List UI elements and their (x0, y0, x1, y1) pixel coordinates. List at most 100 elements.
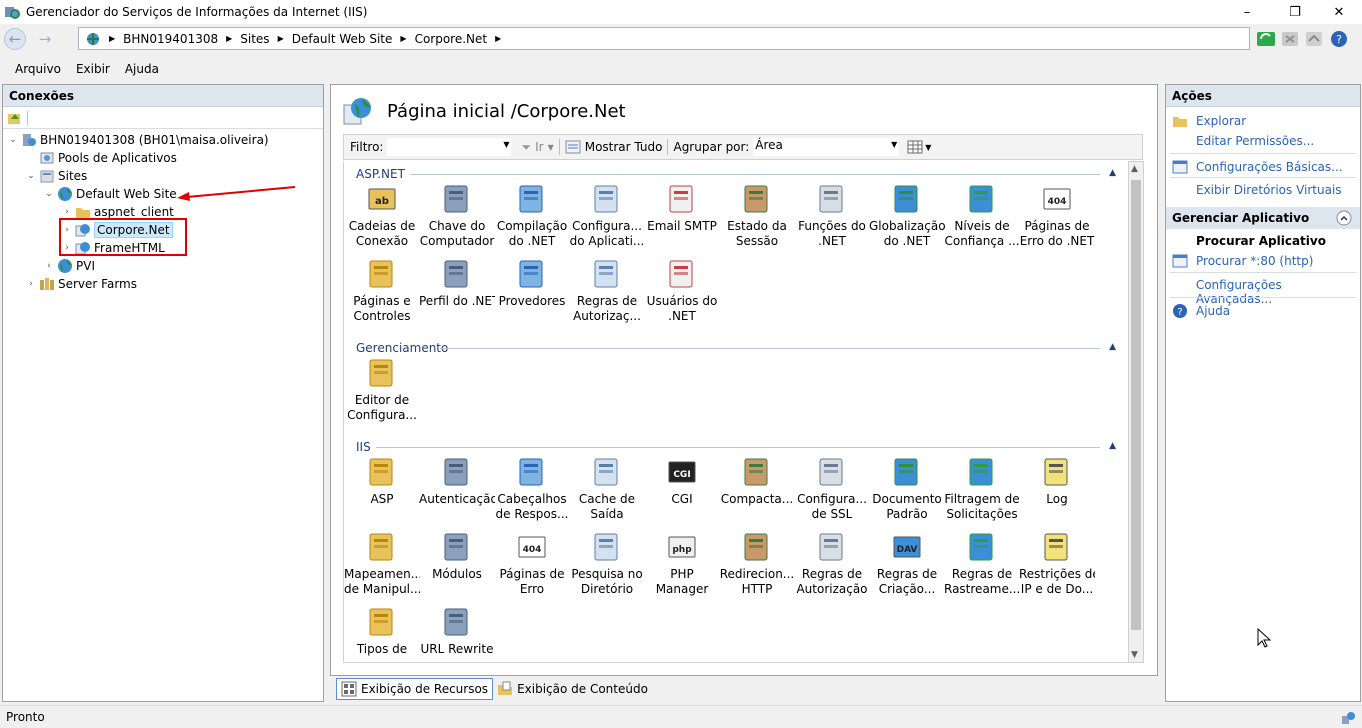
home-icon[interactable] (1304, 29, 1324, 49)
tree-node-app-pools[interactable]: Pools de Aplicativos (25, 149, 177, 167)
menu-arquivo[interactable]: Arquivo (15, 62, 61, 76)
iis-feature-4[interactable]: CGI CGI (644, 456, 720, 528)
back-button[interactable]: ← (4, 28, 26, 50)
show-all-icon (565, 140, 581, 154)
iis-feature-12[interactable]: 404 Páginas de Erro (494, 531, 570, 603)
chevron-down-icon[interactable]: ⌄ (25, 171, 37, 181)
action-help[interactable]: ? Ajuda (1172, 303, 1230, 319)
iis-feature-7[interactable]: Documento Padrão (869, 456, 945, 528)
iis-feature-11[interactable]: Módulos (419, 531, 495, 603)
connect-icon[interactable] (7, 110, 23, 126)
aspnet-feature-4[interactable]: Email SMTP (644, 183, 720, 255)
action-browse-80[interactable]: Procurar *:80 (http) (1172, 253, 1313, 269)
collapse-section-icon[interactable] (1336, 210, 1352, 226)
tab-features-view[interactable]: Exibição de Recursos (336, 678, 494, 700)
tree-node-server-farms[interactable]: › Server Farms (25, 275, 137, 293)
action-explore[interactable]: Explorar (1172, 113, 1246, 129)
action-view-virtual-dirs[interactable]: Exibir Diretórios Virtuais (1172, 183, 1342, 197)
view-toggle-icon[interactable] (907, 140, 923, 154)
aspnet-feature-14[interactable]: Usuários do .NET (644, 258, 720, 330)
breadcrumb-server[interactable]: BHN019401308 (123, 32, 218, 46)
address-breadcrumb[interactable]: ▶ BHN019401308 ▶ Sites ▶ Default Web Sit… (78, 27, 1250, 50)
aspnet-feature-11[interactable]: Perfil do .NET (419, 258, 495, 330)
show-all-button[interactable]: Mostrar Tudo (585, 140, 663, 154)
iis-feature-17[interactable]: DAV Regras de Criação... (869, 531, 945, 603)
iis-feature-0[interactable]: ASP (344, 456, 420, 528)
aspnet-feature-12[interactable]: Provedores (494, 258, 570, 330)
chevron-down-icon[interactable]: ⌄ (7, 135, 19, 145)
feature-label: Autenticação (419, 492, 495, 506)
iis-feature-1[interactable]: Autenticação (419, 456, 495, 528)
feature-label: Regras de (576, 294, 638, 308)
collapse-management-icon[interactable]: ▲ (1109, 342, 1116, 352)
aspnet-feature-2[interactable]: Compilação do .NET (494, 183, 570, 255)
forward-button[interactable]: → (34, 28, 56, 50)
aspnet-feature-9[interactable]: 404 Páginas de Erro do .NET (1019, 183, 1095, 255)
aspnet-feature-5[interactable]: Estado da Sessão (719, 183, 795, 255)
iis-feature-20[interactable]: Tipos de (344, 606, 420, 662)
iis-feature-3[interactable]: Cache de Saída (569, 456, 645, 528)
group-by-select[interactable]: Área ▼ (753, 138, 900, 156)
minimize-button[interactable]: – (1224, 0, 1270, 24)
chevron-right-icon[interactable]: › (43, 261, 55, 271)
iis-feature-15[interactable]: Redirecion... HTTP (719, 531, 795, 603)
scrollbar-thumb[interactable] (1131, 180, 1141, 630)
aspnet-feature-0[interactable]: ab Cadeias de Conexão (344, 183, 420, 255)
action-edit-permissions[interactable]: Editar Permissões... (1172, 134, 1314, 148)
iis-feature-8[interactable]: Filtragem de Solicitações (944, 456, 1020, 528)
tree-node-server[interactable]: ⌄ BHN019401308 (BH01\maisa.oliveira) (7, 131, 268, 149)
aspnet-feature-7[interactable]: Globalização do .NET (869, 183, 945, 255)
filter-input[interactable]: ▼ (387, 138, 512, 156)
iis-feature-2[interactable]: Cabeçalhos de Respos... (494, 456, 570, 528)
tree-node-default-web-site[interactable]: ⌄ Default Web Site (43, 185, 177, 203)
collapse-iis-icon[interactable]: ▲ (1109, 441, 1116, 451)
stop-icon[interactable] (1280, 29, 1300, 49)
iis-feature-14[interactable]: php PHP Manager (644, 531, 720, 603)
aspnet-feature-3[interactable]: Configura... do Aplicati... (569, 183, 645, 255)
iis-feature-18[interactable]: Regras de Rastreame... (944, 531, 1020, 603)
feature-label: Erro do .NET (1019, 234, 1095, 248)
tab-content-view[interactable]: Exibição de Conteúdo (493, 678, 652, 700)
iis-feature-13[interactable]: Pesquisa no Diretório (569, 531, 645, 603)
chevron-right-icon[interactable]: › (25, 279, 37, 289)
features-view-icon (341, 681, 357, 697)
aspnet-feature-13[interactable]: Regras de Autorizaç... (569, 258, 645, 330)
menu-ajuda[interactable]: Ajuda (125, 62, 159, 76)
breadcrumb-default-site[interactable]: Default Web Site (292, 32, 393, 46)
iis-feature-10[interactable]: Mapeamen... de Manipul... (344, 531, 420, 603)
features-scrollbar[interactable]: ▲ ▼ (1128, 161, 1144, 663)
aspnet-feature-1[interactable]: Chave do Computador (419, 183, 495, 255)
close-button[interactable]: ✕ (1316, 0, 1362, 24)
aspnet-feature-6[interactable]: Funções do .NET (794, 183, 870, 255)
management-feature-0[interactable]: Editor de Configura... (344, 357, 420, 429)
aspnet-feature-8[interactable]: Níveis de Confiança ... (944, 183, 1020, 255)
iis-feature-21[interactable]: URL Rewrite (419, 606, 495, 662)
breadcrumb-corpore[interactable]: Corpore.Net (415, 32, 488, 46)
tree-node-sites[interactable]: ⌄ Sites (25, 167, 87, 185)
action-basic-settings[interactable]: Configurações Básicas... (1172, 159, 1343, 175)
tree-node-pvi[interactable]: › PVI (43, 257, 95, 275)
view-dropdown-icon[interactable]: ▼ (925, 143, 931, 152)
action-advanced-settings[interactable]: Configurações Avançadas... (1172, 278, 1360, 306)
browse-window-icon (1172, 254, 1188, 268)
help-dropdown-icon[interactable]: ? (1330, 29, 1350, 49)
iis-feature-5[interactable]: Compacta... (719, 456, 795, 528)
chevron-down-icon[interactable]: ⌄ (43, 189, 55, 199)
iis-feature-19[interactable]: Restrições de IP e de Do... (1019, 531, 1095, 603)
go-button[interactable]: Ir (535, 140, 543, 154)
collapse-aspnet-icon[interactable]: ▲ (1109, 168, 1116, 178)
scroll-down-icon[interactable]: ▼ (1131, 650, 1138, 660)
network-status-icon (1342, 712, 1355, 724)
go-dropdown-icon[interactable]: ▼ (548, 143, 554, 152)
features-content: ASP.NET ▲ Gerenciamento ▲ IIS ▲ ab Cadeia… (343, 161, 1128, 663)
restore-button[interactable]: ❐ (1272, 0, 1318, 24)
chevron-right-icon[interactable]: › (61, 207, 73, 217)
iis-feature-16[interactable]: Regras de Autorização (794, 531, 870, 603)
aspnet-feature-10[interactable]: Páginas e Controles (344, 258, 420, 330)
refresh-icon[interactable] (1256, 29, 1276, 49)
menu-exibir[interactable]: Exibir (76, 62, 110, 76)
iis-feature-6[interactable]: Configura... de SSL (794, 456, 870, 528)
breadcrumb-sites[interactable]: Sites (240, 32, 269, 46)
scroll-up-icon[interactable]: ▲ (1131, 164, 1138, 174)
iis-feature-9[interactable]: Log (1019, 456, 1095, 528)
